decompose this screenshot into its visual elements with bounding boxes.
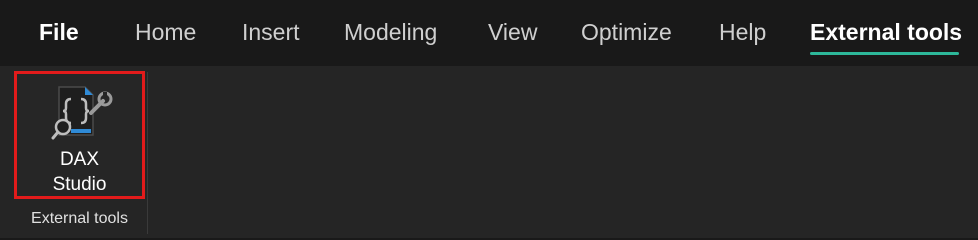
tab-home[interactable]: Home [135,16,196,48]
dax-studio-label-line1: DAX [59,149,100,170]
tab-insert[interactable]: Insert [242,16,300,48]
group-label-external-tools: External tools [31,210,128,227]
group-divider [147,72,148,234]
tab-modeling[interactable]: Modeling [344,16,437,48]
tab-view[interactable]: View [488,16,537,48]
dax-studio-button[interactable]: DAX Studio [14,71,145,199]
active-tab-indicator [810,52,959,55]
dax-studio-icon [51,86,113,140]
tab-optimize[interactable]: Optimize [581,16,672,48]
dax-studio-label-line2: Studio [52,174,107,195]
ribbon-tab-bar: File Home Insert Modeling View Optimize … [0,0,978,66]
tab-file[interactable]: File [39,16,79,48]
tab-external-tools[interactable]: External tools [810,16,962,48]
tab-help[interactable]: Help [719,16,766,48]
